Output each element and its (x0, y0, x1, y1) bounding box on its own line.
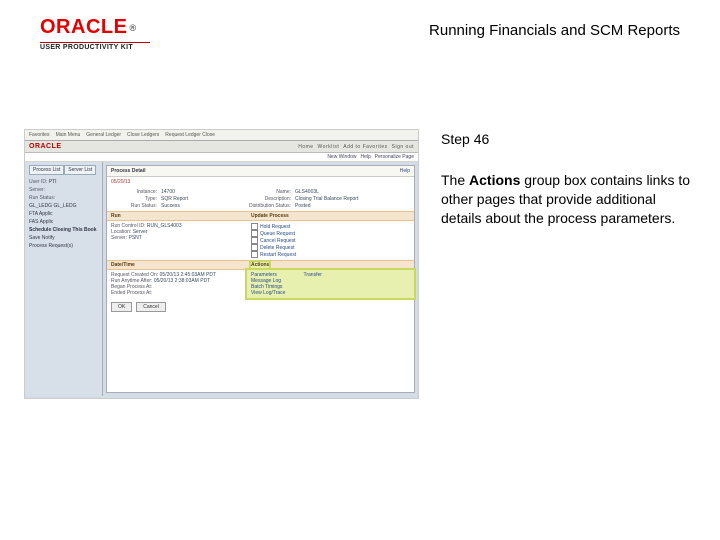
ss-crumb: Main Menu (56, 132, 81, 138)
instruction-column: Step 46 The Actions group box contains l… (441, 129, 696, 399)
ss-util: New Window (327, 154, 356, 160)
ss-field-label: Type: (111, 196, 157, 202)
ss-side-label: Run Status: (29, 195, 55, 201)
ss-panel: Process Detail Help 05/20/13 Instance: 14… (106, 165, 415, 393)
ss-field-label: Run Status: (111, 203, 157, 209)
step-text-bold: Actions (469, 172, 520, 188)
ss-side-label: Server: (29, 187, 45, 193)
ss-field-value: 14700 (161, 189, 241, 195)
ss-section-header: Date/Time (111, 262, 251, 268)
ss-field-label: Distribution Status: (245, 203, 291, 209)
step-text-pre: The (441, 172, 469, 188)
ss-side-tab: Process List (29, 165, 64, 175)
ss-radio-option: Queue Request (251, 230, 410, 237)
step-text: The Actions group box contains links to … (441, 171, 696, 228)
ss-section-header: Run (111, 213, 251, 219)
ss-crumb: Close Ledgers (127, 132, 159, 138)
ss-crumb: Favorites (29, 132, 50, 138)
ss-field-value: GLS4003L (295, 189, 410, 195)
oracle-logo: ORACLE ® (40, 16, 150, 39)
ss-field-label: Instance: (111, 189, 157, 195)
ss-side-tab: Server List (64, 165, 96, 175)
ss-side-row: Save Notify (29, 234, 98, 242)
ss-field-value: 05/20/13 2:38:03AM PDT (154, 278, 210, 284)
ss-radio-option: Delete Request (251, 244, 410, 251)
ss-radio-option: Hold Request (251, 223, 410, 230)
ss-field-label: Description: (245, 196, 291, 202)
ss-crumb: General Ledger (86, 132, 121, 138)
ss-sidebar: Process List Server List User ID: PTI Se… (25, 162, 103, 396)
step-number: Step 46 (441, 131, 696, 147)
ss-side-value: PTI (49, 179, 57, 185)
logo-block: ORACLE ® USER PRODUCTIVITY KIT (40, 16, 150, 51)
page-title: Running Financials and SCM Reports (150, 16, 680, 39)
ss-field-label: Name: (245, 189, 291, 195)
logo-divider (40, 42, 150, 43)
ss-toplink: Add to Favorites (343, 144, 387, 150)
ss-side-label: User ID: (29, 179, 47, 185)
ss-field-value: SQR Report (161, 196, 241, 202)
ss-field-label: Ended Process At: (111, 290, 152, 296)
ss-radio-option: Cancel Request (251, 237, 410, 244)
ss-utilbar: New Window Help Personalize Page (25, 153, 418, 162)
ss-side-row: GL_LEDG GL_LEDG (29, 202, 98, 210)
ss-util: Help (361, 154, 371, 160)
logo-subtitle: USER PRODUCTIVITY KIT (40, 44, 150, 51)
registered-mark: ® (129, 23, 136, 33)
ss-side-row: FTA Applic (29, 210, 98, 218)
ss-date: 05/20/13 (107, 177, 414, 187)
ss-section-header: Update Process (251, 213, 289, 219)
ss-action-link: View Log/Trace (251, 290, 285, 296)
embedded-screenshot: Favorites Main Menu General Ledger Close… (24, 129, 419, 399)
ss-brand-text: ORACLE (29, 143, 62, 150)
ss-section-header-highlight: Actions (251, 262, 269, 268)
ss-side-row: FAS Applic (29, 218, 98, 226)
ss-breadcrumb: Favorites Main Menu General Ledger Close… (25, 130, 418, 141)
ss-cancel-button: Cancel (136, 302, 166, 312)
ss-toplink: Worklist (318, 144, 340, 150)
ss-panel-title: Process Detail (111, 168, 145, 174)
ss-field-label: Server: (111, 235, 127, 241)
ss-field-value: Posted (295, 203, 410, 209)
ss-toplink: Home (298, 144, 313, 150)
ss-field-value: RUN_GLS4003 (147, 223, 182, 229)
ss-radio-option: Restart Request (251, 251, 410, 258)
actions-group-box: Parameters Message Log Batch Timings Vie… (247, 270, 414, 298)
ss-side-heading: Schedule Closing This Book (29, 226, 98, 234)
ss-toplink: Sign out (392, 144, 414, 150)
ss-util: Personalize Page (375, 154, 414, 160)
ss-field-value: PSNT (129, 235, 142, 241)
ss-ok-button: OK (111, 302, 132, 312)
ss-field-value: Closing Trial Balance Report (295, 196, 410, 202)
ss-crumb: Request Ledger Close (165, 132, 215, 138)
ss-action-link: Transfer (303, 272, 321, 278)
oracle-wordmark: ORACLE (40, 16, 127, 39)
ss-help-link: Help (400, 168, 410, 174)
ss-field-value: Success (161, 203, 241, 209)
ss-side-footer: Process Request(s) (29, 242, 98, 250)
ss-brandbar: ORACLE Home Worklist Add to Favorites Si… (25, 141, 418, 153)
